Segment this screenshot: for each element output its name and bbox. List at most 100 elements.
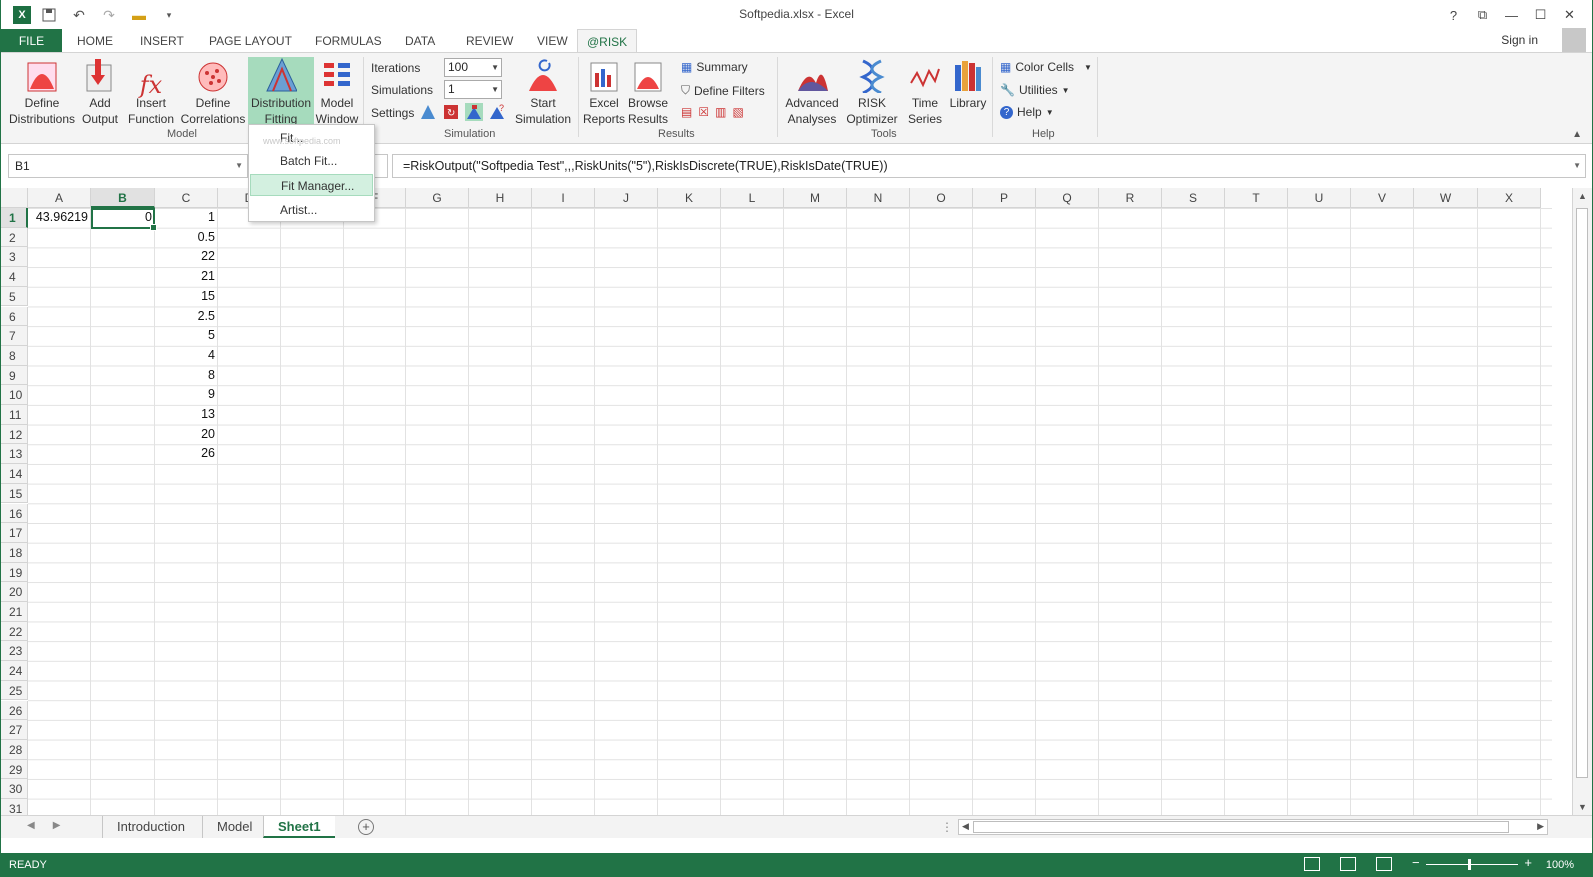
vertical-scrollbar[interactable]: ▲ ▼ — [1572, 188, 1592, 815]
report-percent-icon[interactable]: ▧ — [732, 105, 743, 119]
cell-c7[interactable]: 5 — [155, 326, 218, 345]
column-header-m[interactable]: M — [784, 188, 847, 208]
report-x-icon[interactable]: ☒ — [698, 105, 709, 119]
row-header-13[interactable]: 13 — [1, 444, 28, 465]
random-recalc-icon[interactable]: ↻ — [442, 103, 460, 121]
tab-formulas[interactable]: FORMULAS — [306, 29, 391, 53]
zoom-knob[interactable] — [1468, 859, 1471, 870]
column-header-n[interactable]: N — [847, 188, 910, 208]
row-header-27[interactable]: 27 — [1, 720, 28, 740]
sheet-tab-introduction[interactable]: Introduction — [102, 816, 199, 838]
smart-sensitivity-icon[interactable]: ? — [488, 103, 506, 121]
worksheet-grid[interactable]: ABCDEFGHIJKLMNOPQRSTUVWX 123456789101112… — [1, 188, 1552, 815]
tab-data[interactable]: DATA — [396, 29, 444, 53]
column-header-j[interactable]: J — [595, 188, 658, 208]
report-grid-icon[interactable]: ▤ — [681, 105, 692, 119]
advanced-analyses-button[interactable]: Advanced Analyses — [781, 57, 843, 127]
row-header-8[interactable]: 8 — [1, 345, 28, 366]
column-header-w[interactable]: W — [1414, 188, 1478, 208]
tab-insert[interactable]: INSERT — [131, 29, 193, 53]
row-header-18[interactable]: 18 — [1, 542, 28, 563]
iterations-select[interactable]: 100 ▼ — [444, 58, 502, 77]
sheet-tab-sheet1[interactable]: Sheet1 — [263, 816, 335, 838]
define-filters-button[interactable]: ⛉ Define Filters — [681, 83, 765, 98]
excel-reports-button[interactable]: Excel Reports — [581, 57, 627, 127]
row-header-10[interactable]: 10 — [1, 385, 28, 405]
vertical-scroll-thumb[interactable] — [1576, 208, 1588, 778]
row-header-11[interactable]: 11 — [1, 405, 28, 425]
column-header-a[interactable]: A — [28, 188, 91, 208]
tab-page-layout[interactable]: PAGE LAYOUT — [200, 29, 301, 53]
cell-c4[interactable]: 21 — [155, 267, 218, 286]
maximize-icon[interactable]: ☐ — [1526, 4, 1555, 26]
sign-in-link[interactable]: Sign in — [1501, 33, 1538, 47]
cell-c11[interactable]: 13 — [155, 405, 218, 424]
scroll-right-icon[interactable]: ▶ — [1537, 821, 1544, 832]
row-header-23[interactable]: 23 — [1, 641, 28, 662]
cell-c12[interactable]: 20 — [155, 425, 218, 444]
utilities-button[interactable]: 🔧 Utilities ▼ — [1000, 83, 1070, 97]
scroll-left-icon[interactable]: ◀ — [962, 821, 969, 832]
menu-item-fit-manager[interactable]: Fit Manager... — [250, 174, 373, 196]
avatar[interactable] — [1562, 28, 1586, 52]
define-distributions-button[interactable]: Define Distributions — [5, 57, 79, 127]
normal-view-icon[interactable] — [1304, 857, 1320, 871]
time-series-button[interactable]: Time Series — [903, 57, 947, 127]
menu-item-batch-fit[interactable]: Batch Fit... — [250, 150, 373, 172]
column-header-l[interactable]: L — [721, 188, 784, 208]
scroll-down-icon[interactable]: ▼ — [1578, 802, 1587, 812]
start-simulation-button[interactable]: Start Simulation — [511, 57, 575, 127]
row-header-3[interactable]: 3 — [1, 247, 28, 268]
row-header-28[interactable]: 28 — [1, 739, 28, 760]
horizontal-scrollbar[interactable]: ◀ ▶ — [958, 819, 1548, 835]
formula-input[interactable]: =RiskOutput("Softpedia Test",,,RiskUnits… — [392, 154, 1586, 178]
name-box[interactable]: B1 ▼ — [8, 154, 248, 178]
cell-c5[interactable]: 15 — [155, 287, 218, 306]
row-header-21[interactable]: 21 — [1, 602, 28, 622]
minimize-icon[interactable]: — — [1497, 4, 1526, 26]
column-header-c[interactable]: C — [155, 188, 218, 208]
cell-c13[interactable]: 26 — [155, 444, 218, 463]
prev-sheet-icon[interactable]: ◀ — [27, 820, 35, 831]
horizontal-scroll-thumb[interactable] — [973, 821, 1509, 833]
expand-formula-bar-icon[interactable]: ▼ — [1573, 155, 1581, 177]
zoom-percentage[interactable]: 100% — [1546, 859, 1574, 871]
summary-button[interactable]: ▦ Summary — [681, 60, 748, 74]
scroll-up-icon[interactable]: ▲ — [1578, 191, 1587, 201]
column-header-r[interactable]: R — [1099, 188, 1162, 208]
column-header-i[interactable]: I — [532, 188, 595, 208]
column-header-k[interactable]: K — [658, 188, 721, 208]
simulations-select[interactable]: 1 ▼ — [444, 80, 502, 99]
sheet-tab-model[interactable]: Model — [202, 816, 266, 838]
column-header-h[interactable]: H — [469, 188, 532, 208]
add-output-button[interactable]: Add Output — [79, 57, 121, 127]
cell-c6[interactable]: 2.5 — [155, 307, 218, 326]
tab-splitter-icon[interactable]: ⋮ — [941, 820, 953, 834]
column-header-o[interactable]: O — [910, 188, 973, 208]
color-cells-button[interactable]: ▦ Color Cells ▼ — [1000, 60, 1092, 74]
column-header-v[interactable]: V — [1351, 188, 1414, 208]
cell-a1[interactable]: 43.96219 — [28, 208, 91, 227]
row-header-2[interactable]: 2 — [1, 227, 28, 248]
zoom-slider[interactable]: − + — [1412, 855, 1532, 871]
column-header-g[interactable]: G — [406, 188, 469, 208]
row-header-25[interactable]: 25 — [1, 680, 28, 701]
tab-review[interactable]: REVIEW — [457, 29, 522, 53]
column-header-b[interactable]: B — [91, 188, 155, 208]
report-bars-icon[interactable]: ▥ — [715, 105, 726, 119]
cell-c10[interactable]: 9 — [155, 385, 218, 404]
row-header-17[interactable]: 17 — [1, 523, 28, 543]
row-header-29[interactable]: 29 — [1, 759, 28, 780]
row-header-15[interactable]: 15 — [1, 483, 28, 504]
row-header-16[interactable]: 16 — [1, 503, 28, 524]
column-header-q[interactable]: Q — [1036, 188, 1099, 208]
define-correlations-button[interactable]: Define Correlations — [179, 57, 247, 127]
column-header-p[interactable]: P — [973, 188, 1036, 208]
row-header-9[interactable]: 9 — [1, 365, 28, 386]
cell-c1[interactable]: 1 — [155, 208, 218, 227]
column-header-s[interactable]: S — [1162, 188, 1225, 208]
next-sheet-icon[interactable]: ▶ — [53, 820, 61, 831]
row-header-26[interactable]: 26 — [1, 700, 28, 721]
row-header-12[interactable]: 12 — [1, 424, 28, 445]
zoom-out-icon[interactable]: − — [1412, 855, 1420, 870]
